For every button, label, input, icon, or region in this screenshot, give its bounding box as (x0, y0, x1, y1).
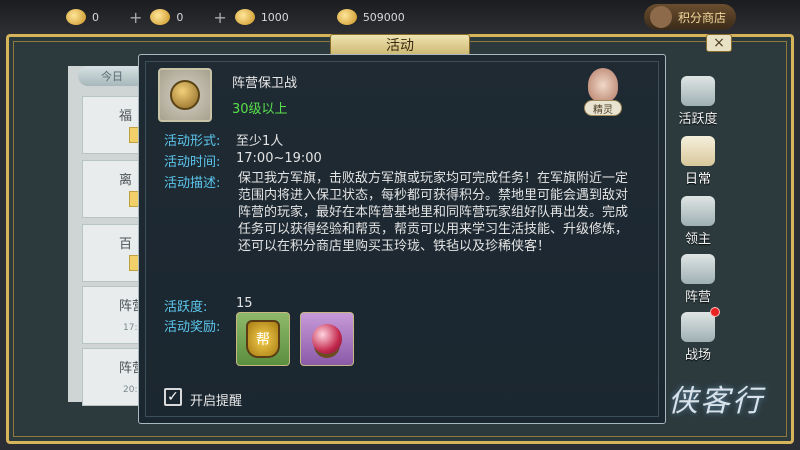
flag-icon (681, 254, 715, 284)
resource-2-value: 0 (176, 10, 184, 24)
gold-ingot-icon (336, 9, 357, 25)
reward-item-orb[interactable] (300, 312, 354, 366)
list-item-time: 17: (123, 323, 138, 333)
spirit-avatar (588, 68, 618, 102)
crossed-swords-icon (170, 80, 200, 110)
resource-4-value: 509000 (362, 10, 405, 24)
nav-activeness[interactable]: 活跃度 (668, 70, 728, 130)
active-value: 15 (236, 296, 253, 311)
list-item-label: 百 (119, 237, 133, 252)
resource-3-value: 1000 (260, 10, 289, 24)
game-logo: 侠客行 (668, 384, 764, 419)
desc-value: 保卫我方军旗，击败敌方军旗或玩家均可完成任务！在军旗附近一定范围内将进入保卫状态… (238, 171, 629, 254)
nav-label: 日常 (684, 172, 711, 187)
coin-icon (66, 9, 86, 25)
add-icon[interactable]: + (129, 8, 142, 27)
spirit-button[interactable]: 精灵 (584, 66, 622, 116)
resource-3: 1000 (234, 5, 289, 29)
close-button[interactable]: × (706, 34, 732, 52)
resource-1: 0 + (66, 5, 142, 29)
emblem-icon (681, 196, 715, 226)
nav-lord[interactable]: 领主 (668, 190, 728, 250)
nav-label: 活跃度 (678, 112, 718, 127)
coin-icon (234, 9, 255, 25)
time-value: 17:00~19:00 (236, 151, 322, 166)
list-item-time: 20: (123, 385, 138, 395)
activeness-icon (681, 76, 715, 106)
activity-name: 阵营保卫战 (232, 76, 298, 91)
side-nav: 活跃度 日常 领主 阵营 战场 (668, 70, 728, 370)
activity-level: 30级以上 (232, 102, 288, 117)
form-value: 至少1人 (236, 134, 284, 149)
time-key: 活动时间: (164, 155, 221, 170)
nav-label: 战场 (684, 348, 711, 363)
reward-key: 活动奖励: (164, 320, 221, 335)
scroll-icon (681, 136, 715, 166)
list-item-label: 福 (119, 109, 133, 124)
avatar (649, 6, 672, 28)
points-shop-button[interactable]: 积分商店 (643, 4, 736, 30)
nav-label: 阵营 (684, 290, 711, 305)
notification-dot (710, 307, 720, 317)
resource-1-value: 0 (92, 10, 99, 24)
tab-today[interactable]: 今日 (78, 66, 146, 86)
resource-4: 509000 (336, 5, 405, 29)
desc-key: 活动描述: (164, 176, 221, 191)
coin-icon (150, 9, 171, 25)
tower-icon (681, 312, 715, 342)
nav-daily[interactable]: 日常 (668, 130, 728, 190)
points-shop-label: 积分商店 (677, 10, 726, 25)
form-key: 活动形式: (164, 134, 221, 149)
add-icon[interactable]: + (213, 8, 226, 27)
reminder-label: 开启提醒 (190, 394, 243, 409)
activity-icon (158, 68, 212, 122)
nav-label: 领主 (684, 232, 711, 247)
guild-bag-icon: 帮 (246, 320, 280, 358)
reward-item-guild-bag[interactable]: 帮 (236, 312, 290, 366)
list-item-label: 离 (119, 173, 133, 188)
spirit-label: 精灵 (584, 100, 622, 116)
resource-bar: 0 + 0 + 1000 509000 积分商店 (0, 0, 800, 34)
reminder-checkbox[interactable]: ✓ (164, 388, 182, 406)
nav-faction[interactable]: 阵营 (668, 248, 728, 308)
active-key: 活跃度: (164, 300, 208, 315)
window-title: 活动 (330, 34, 470, 56)
resource-2: 0 + (150, 5, 227, 29)
pearl-orb-icon (312, 324, 342, 354)
